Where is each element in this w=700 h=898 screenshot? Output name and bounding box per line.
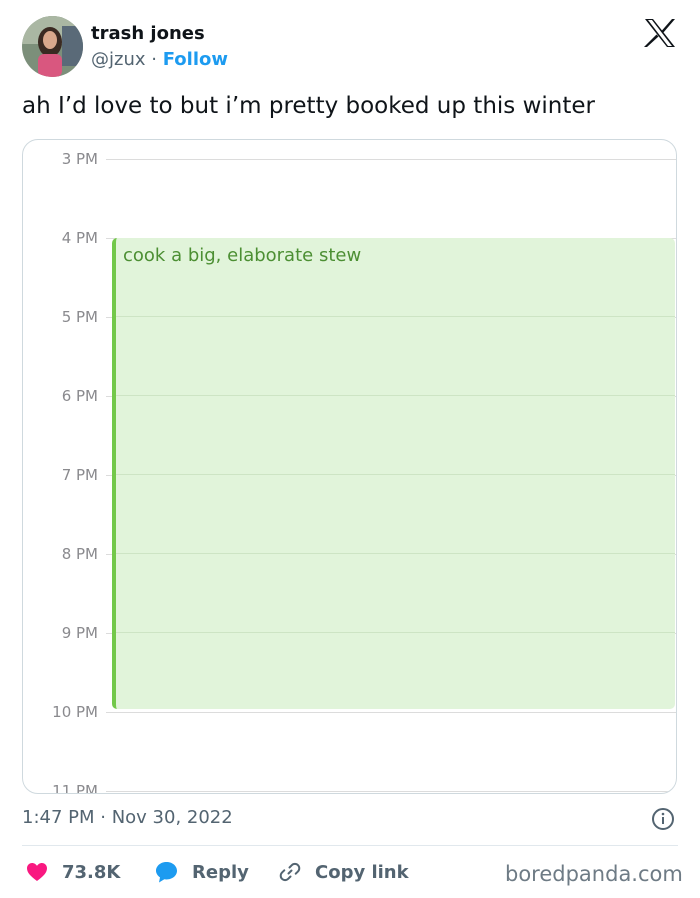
author-handle-row: @jzux · Follow (91, 49, 228, 70)
tweet-timestamp[interactable]: 1:47 PM · Nov 30, 2022 (22, 807, 233, 828)
separator: · (151, 49, 157, 70)
copy-link-button[interactable]: Copy link (279, 858, 409, 886)
copy-link-label: Copy link (315, 861, 409, 883)
heart-icon (27, 863, 47, 881)
hour-row: 11 PM (23, 782, 676, 794)
event-gridline (116, 632, 675, 633)
event-gridline (116, 474, 675, 475)
hour-label: 6 PM (61, 387, 98, 405)
link-icon (279, 862, 301, 882)
hour-label: 10 PM (52, 703, 98, 721)
event-gridline (116, 316, 675, 317)
reply-button[interactable]: Reply (155, 858, 249, 886)
hour-line (106, 791, 676, 792)
watermark: boredpanda.com (505, 862, 683, 886)
hour-label: 3 PM (61, 150, 98, 168)
hour-line (106, 712, 676, 713)
tweet-text: ah I’d love to but i’m pretty booked up … (22, 93, 595, 119)
event-title: cook a big, elaborate stew (123, 245, 362, 266)
like-button[interactable]: 73.8K (26, 858, 120, 886)
hour-label: 11 PM (52, 782, 98, 794)
event-gridline (116, 553, 675, 554)
divider (22, 845, 678, 846)
calendar-image[interactable]: 3 PM 4 PM 5 PM 6 PM 7 PM 8 PM 9 PM 10 PM… (22, 139, 677, 794)
hour-label: 9 PM (61, 624, 98, 642)
follow-button[interactable]: Follow (163, 49, 228, 70)
hour-label: 7 PM (61, 466, 98, 484)
like-count: 73.8K (62, 861, 121, 883)
avatar[interactable] (22, 16, 83, 77)
hour-label: 4 PM (61, 229, 98, 247)
reply-bubble-icon (156, 862, 177, 883)
calendar-event[interactable]: cook a big, elaborate stew (112, 238, 675, 709)
hour-row: 3 PM (23, 150, 676, 170)
author-name[interactable]: trash jones (91, 23, 205, 44)
hour-label: 8 PM (61, 545, 98, 563)
reply-label: Reply (192, 861, 249, 883)
author-handle[interactable]: @jzux (91, 49, 146, 70)
info-icon[interactable] (651, 807, 675, 831)
hour-label: 5 PM (61, 308, 98, 326)
x-logo-icon[interactable] (643, 18, 677, 48)
hour-line (106, 159, 676, 160)
event-gridline (116, 395, 675, 396)
